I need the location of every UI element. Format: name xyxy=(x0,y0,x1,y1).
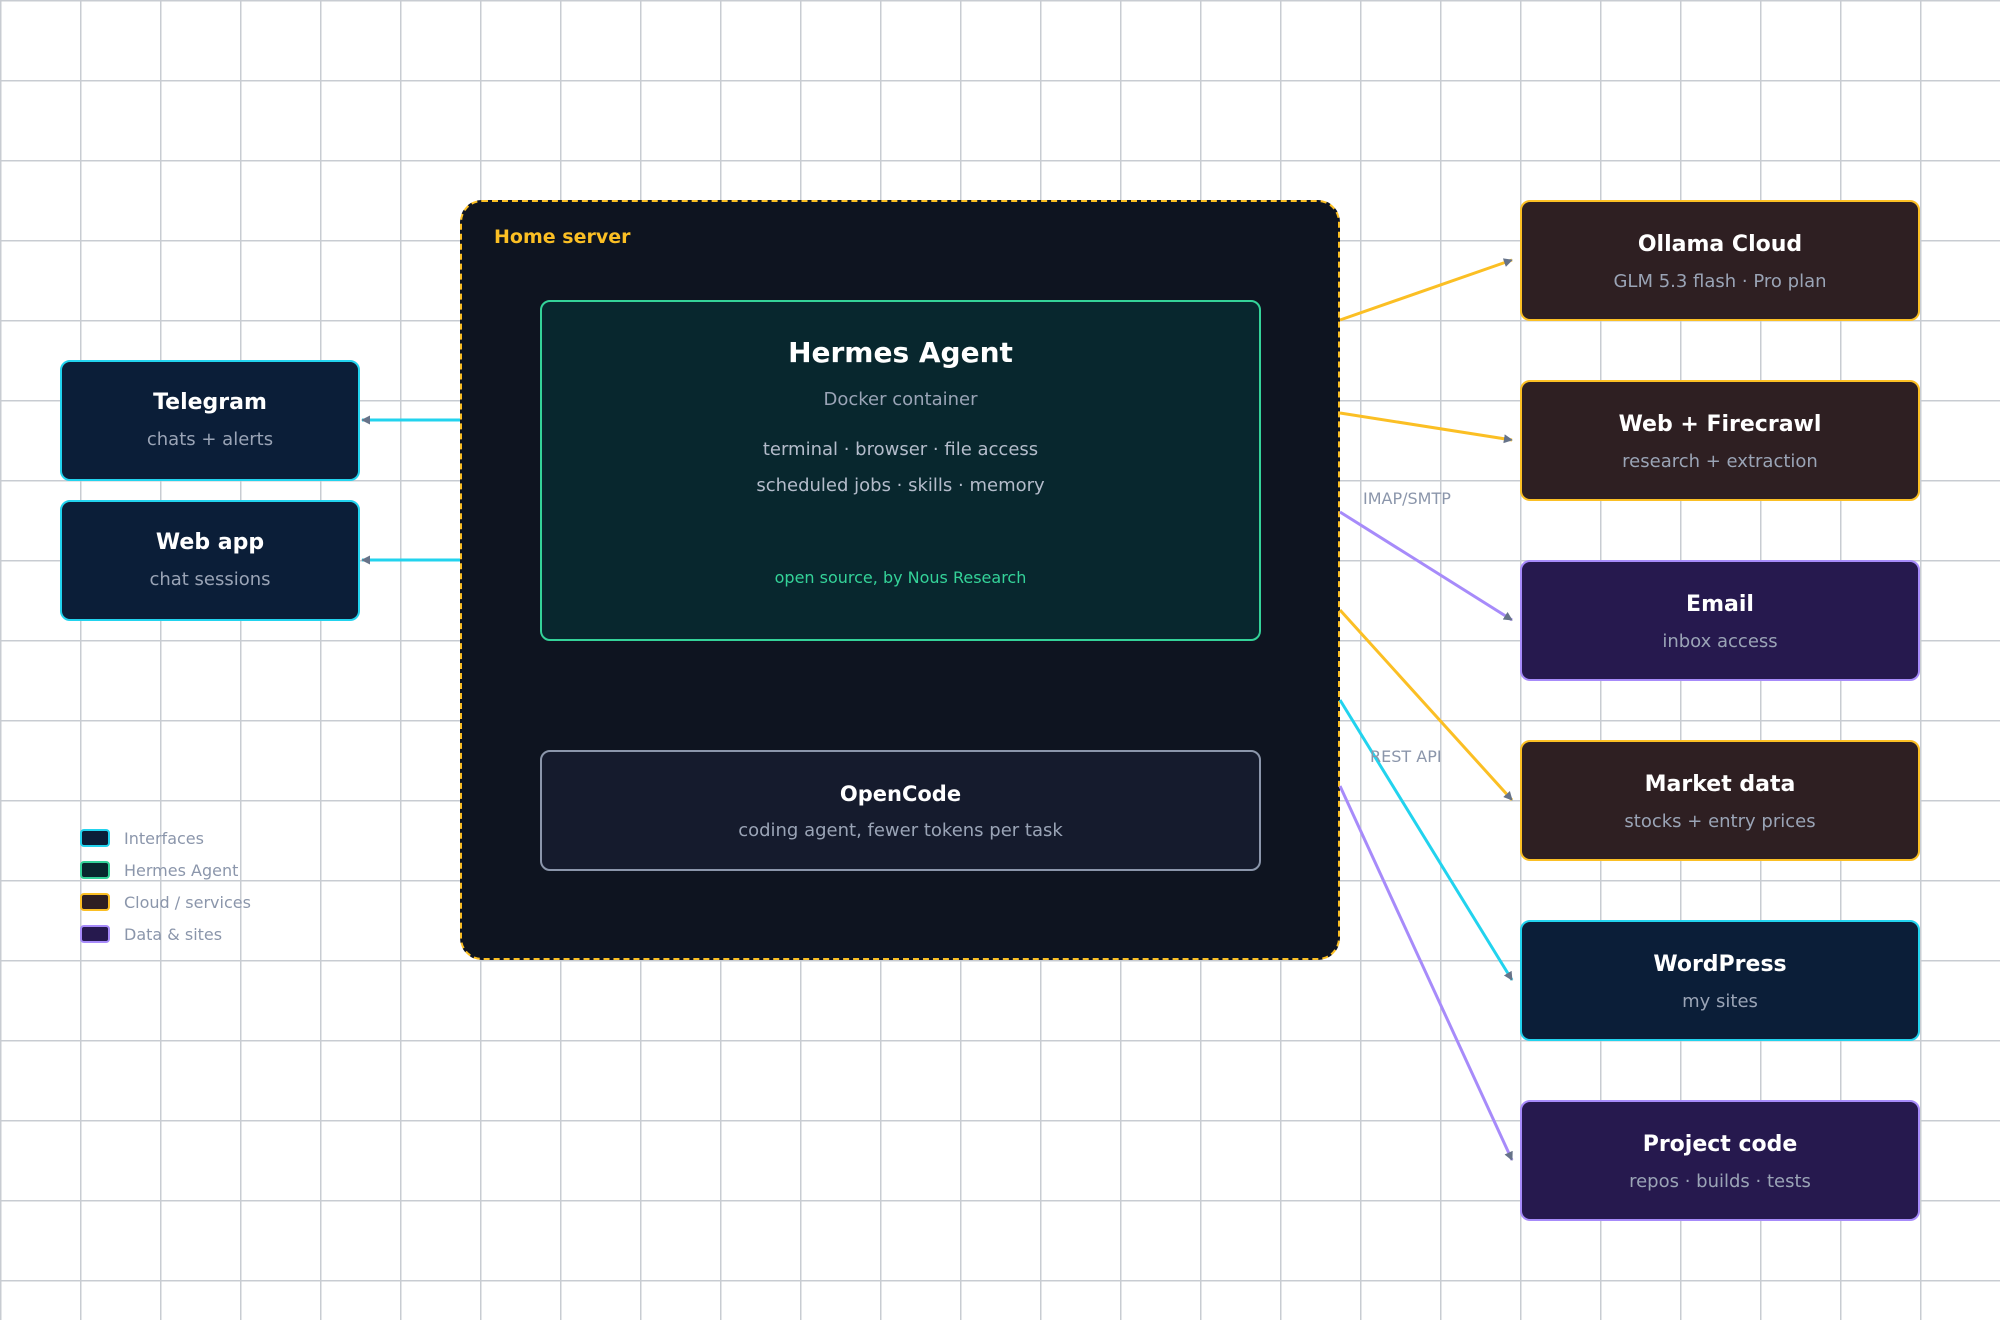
legend-label-cloud-services: Cloud / services xyxy=(124,892,251,912)
hermes-capabilities-line-1: terminal · browser · file access xyxy=(762,439,1039,460)
market-data-title: Market data xyxy=(1644,772,1796,797)
project-code-subtitle: repos · builds · tests xyxy=(1629,1171,1811,1192)
email-subtitle: inbox access xyxy=(1662,631,1778,652)
legend-label-data-sites: Data & sites xyxy=(124,924,223,944)
edge-label-rest-api: REST API xyxy=(1370,747,1442,766)
market-data-subtitle: stocks + entry prices xyxy=(1624,811,1816,832)
edge-server-market-data xyxy=(1338,608,1514,802)
wordpress-subtitle: my sites xyxy=(1682,991,1758,1012)
legend-label-hermes-agent: Hermes Agent xyxy=(124,860,239,880)
telegram-subtitle: chats + alerts xyxy=(146,429,274,450)
legend-item-interfaces: Interfaces xyxy=(80,822,251,854)
hermes-agent-node[interactable]: Hermes Agent Docker container terminal ·… xyxy=(540,300,1261,641)
ollama-cloud-subtitle: GLM 5.3 flash · Pro plan xyxy=(1613,271,1827,292)
web-app-title: Web app xyxy=(155,530,265,555)
hermes-capabilities-line-2: scheduled jobs · skills · memory xyxy=(756,475,1045,496)
web-app-subtitle: chat sessions xyxy=(149,569,271,590)
edge-server-email xyxy=(1339,510,1513,622)
web-firecrawl-node[interactable]: Web + Firecrawl research + extraction xyxy=(1520,380,1920,501)
legend-swatch-cloud-services xyxy=(80,893,110,911)
telegram-title: Telegram xyxy=(153,390,267,415)
legend-swatch-data-sites xyxy=(80,925,110,943)
web-app-node[interactable]: Web app chat sessions xyxy=(60,500,360,621)
hermes-agent-title: Hermes Agent xyxy=(788,336,1013,369)
wordpress-node[interactable]: WordPress my sites xyxy=(1520,920,1920,1041)
legend-swatch-hermes-agent xyxy=(80,861,110,879)
home-server-label: Home server xyxy=(494,226,631,248)
legend-item-data-sites: Data & sites xyxy=(80,918,251,950)
edge-server-firecrawl xyxy=(1339,411,1513,444)
edge-server-project-code xyxy=(1338,785,1514,1161)
email-node[interactable]: Email inbox access xyxy=(1520,560,1920,681)
legend-swatch-interfaces xyxy=(80,829,110,847)
market-data-node[interactable]: Market data stocks + entry prices xyxy=(1520,740,1920,861)
telegram-node[interactable]: Telegram chats + alerts xyxy=(60,360,360,481)
opencode-subtitle: coding agent, fewer tokens per task xyxy=(738,820,1063,841)
edge-label-imap-smtp: IMAP/SMTP xyxy=(1363,489,1451,508)
email-title: Email xyxy=(1686,592,1754,617)
wordpress-title: WordPress xyxy=(1653,952,1787,977)
opencode-title: OpenCode xyxy=(839,782,962,806)
hermes-agent-capabilities: terminal · browser · file access schedul… xyxy=(542,432,1259,504)
legend: Interfaces Hermes Agent Cloud / services… xyxy=(80,822,251,950)
legend-item-hermes-agent: Hermes Agent xyxy=(80,854,251,886)
hermes-agent-credit: open source, by Nous Research xyxy=(774,568,1027,587)
legend-item-cloud-services: Cloud / services xyxy=(80,886,251,918)
ollama-cloud-title: Ollama Cloud xyxy=(1637,232,1803,257)
architecture-diagram: Home server Hermes Agent Docker containe… xyxy=(0,0,2000,1320)
opencode-node[interactable]: OpenCode coding agent, fewer tokens per … xyxy=(540,750,1261,871)
edge-server-ollama xyxy=(1339,258,1513,322)
project-code-title: Project code xyxy=(1642,1132,1798,1157)
ollama-cloud-node[interactable]: Ollama Cloud GLM 5.3 flash · Pro plan xyxy=(1520,200,1920,321)
edge-server-wordpress xyxy=(1338,699,1514,981)
web-firecrawl-title: Web + Firecrawl xyxy=(1618,412,1822,437)
project-code-node[interactable]: Project code repos · builds · tests xyxy=(1520,1100,1920,1221)
legend-label-interfaces: Interfaces xyxy=(124,828,204,848)
web-firecrawl-subtitle: research + extraction xyxy=(1622,451,1818,472)
hermes-agent-subtitle: Docker container xyxy=(823,389,978,410)
